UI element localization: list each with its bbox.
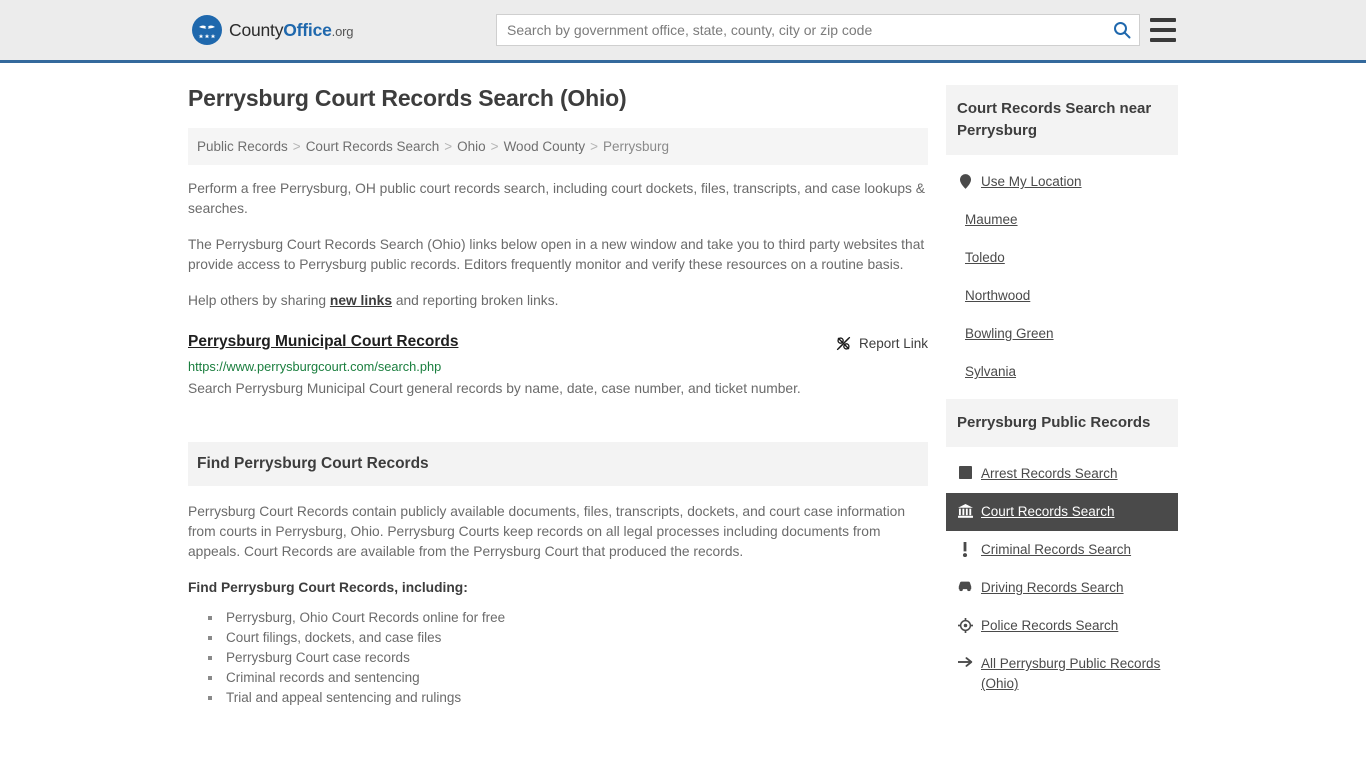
courthouse-icon xyxy=(957,502,973,518)
list-item: Perrysburg, Ohio Court Records online fo… xyxy=(208,608,928,628)
page-title: Perrysburg Court Records Search (Ohio) xyxy=(188,85,627,111)
fingerprint-icon xyxy=(957,464,973,479)
search-bar xyxy=(496,14,1140,46)
public-records-list: Arrest Records Search Court Records Searc… xyxy=(946,447,1178,703)
nearby-searches-box: Court Records Search near Perrysburg Use… xyxy=(946,85,1178,391)
result-item: Perrysburg Municipal Court Records Repor… xyxy=(188,333,928,398)
breadcrumb-item-perrysburg: Perrysburg xyxy=(603,139,670,154)
feature-list: Perrysburg, Ohio Court Records online fo… xyxy=(188,608,928,708)
breadcrumb-separator: > xyxy=(444,139,453,154)
section-list-lead: Find Perrysburg Court Records, including… xyxy=(188,580,468,595)
broken-link-icon xyxy=(836,336,851,351)
result-title-link[interactable]: Perrysburg Municipal Court Records xyxy=(188,333,458,351)
police-badge-icon xyxy=(957,616,973,633)
nearby-item-label: Maumee xyxy=(965,212,1018,227)
nearby-item-label: Use My Location xyxy=(981,174,1082,189)
share-text-before: Help others by sharing xyxy=(188,293,330,308)
nearby-item-label: Bowling Green xyxy=(965,326,1054,341)
public-records-item-court-records-search[interactable]: Court Records Search xyxy=(946,493,1178,531)
intro-text: Perform a free Perrysburg, OH public cou… xyxy=(188,179,928,311)
intro-paragraph-3: Help others by sharing new links and rep… xyxy=(188,291,928,311)
nearby-item-northwood[interactable]: Northwood xyxy=(946,277,1178,315)
nearby-item-bowling-green[interactable]: Bowling Green xyxy=(946,315,1178,353)
nearby-item-label: Toledo xyxy=(965,250,1005,265)
public-records-item-label: Driving Records Search xyxy=(981,580,1124,595)
list-item: Perrysburg Court case records xyxy=(208,648,928,668)
nearby-item-use-my-location[interactable]: Use My Location xyxy=(946,163,1178,201)
public-records-heading: Perrysburg Public Records xyxy=(946,399,1178,447)
logo-part-county: County xyxy=(229,19,284,40)
map-pin-icon xyxy=(957,172,973,189)
new-links-link[interactable]: new links xyxy=(330,293,392,308)
public-records-item-driving-records-search[interactable]: Driving Records Search xyxy=(946,569,1178,607)
share-text-after: and reporting broken links. xyxy=(392,293,559,308)
hamburger-bar xyxy=(1150,28,1176,32)
breadcrumb-item-public-records[interactable]: Public Records xyxy=(197,139,288,154)
nearby-searches-heading: Court Records Search near Perrysburg xyxy=(946,85,1178,155)
breadcrumb-item-wood-county[interactable]: Wood County xyxy=(504,139,586,154)
public-records-item-label: Police Records Search xyxy=(981,618,1119,633)
result-description: Search Perrysburg Municipal Court genera… xyxy=(188,381,801,396)
intro-paragraph-1: Perform a free Perrysburg, OH public cou… xyxy=(188,181,925,216)
logo-part-office: Office xyxy=(283,19,332,40)
public-records-item-police-records-search[interactable]: Police Records Search xyxy=(946,607,1178,645)
find-records-section: Find Perrysburg Court Records Perrysburg… xyxy=(188,442,928,708)
nearby-item-label: Sylvania xyxy=(965,364,1017,379)
search-button[interactable] xyxy=(1105,15,1139,45)
nearby-item-maumee[interactable]: Maumee xyxy=(946,201,1178,239)
breadcrumb-separator: > xyxy=(490,139,499,154)
exclamation-icon xyxy=(957,540,973,557)
section-paragraph: Perrysburg Court Records contain publicl… xyxy=(188,504,906,559)
result-url: https://www.perrysburgcourt.com/search.p… xyxy=(188,359,442,374)
section-body: Perrysburg Court Records contain publicl… xyxy=(188,486,928,708)
public-records-item-all-perrysburg-public-records-ohio[interactable]: All Perrysburg Public Records (Ohio) xyxy=(946,645,1178,703)
hamburger-bar xyxy=(1150,38,1176,42)
breadcrumb-item-court-records-search[interactable]: Court Records Search xyxy=(306,139,440,154)
hamburger-bar xyxy=(1150,18,1176,22)
nearby-item-sylvania[interactable]: Sylvania xyxy=(946,353,1178,391)
page-body: Perrysburg Court Records Search (Ohio) P… xyxy=(0,63,1366,711)
car-icon xyxy=(957,578,973,592)
public-records-item-label: All Perrysburg Public Records (Ohio) xyxy=(981,656,1161,691)
county-office-seal-icon xyxy=(192,15,222,45)
list-item: Trial and appeal sentencing and rulings xyxy=(208,688,928,708)
breadcrumb-separator: > xyxy=(292,139,301,154)
list-item: Court filings, dockets, and case files xyxy=(208,628,928,648)
report-link-label: Report Link xyxy=(858,336,928,351)
nearby-item-toledo[interactable]: Toledo xyxy=(946,239,1178,277)
intro-paragraph-2: The Perrysburg Court Records Search (Ohi… xyxy=(188,237,925,272)
public-records-item-label: Court Records Search xyxy=(981,504,1115,519)
section-heading: Find Perrysburg Court Records xyxy=(188,442,928,486)
breadcrumb-item-ohio[interactable]: Ohio xyxy=(457,139,486,154)
breadcrumb: Public Records > Court Records Search > Ohio… xyxy=(188,128,928,165)
logo-part-org: .org xyxy=(331,23,354,39)
search-input[interactable] xyxy=(497,15,1105,45)
nearby-searches-list: Use My Location Maumee Toledo Northwood Bowl… xyxy=(946,155,1178,391)
public-records-item-label: Arrest Records Search xyxy=(981,466,1118,481)
search-icon xyxy=(1114,22,1131,39)
site-logo-text: CountyOffice.org xyxy=(229,20,353,41)
public-records-item-criminal-records-search[interactable]: Criminal Records Search xyxy=(946,531,1178,569)
list-item: Criminal records and sentencing xyxy=(208,668,928,688)
public-records-item-arrest-records-search[interactable]: Arrest Records Search xyxy=(946,455,1178,493)
sidebar: Court Records Search near Perrysburg Use… xyxy=(946,85,1178,711)
public-records-box: Perrysburg Public Records Arrest Records… xyxy=(946,399,1178,703)
report-link-button[interactable]: Report Link xyxy=(835,333,928,352)
public-records-item-label: Criminal Records Search xyxy=(981,542,1132,557)
menu-button[interactable] xyxy=(1150,18,1176,42)
result-header: Perrysburg Municipal Court Records Repor… xyxy=(188,333,928,352)
main-content: Perrysburg Court Records Search (Ohio) P… xyxy=(188,85,928,708)
nearby-item-label: Northwood xyxy=(965,288,1031,303)
breadcrumb-separator: > xyxy=(590,139,599,154)
site-header: CountyOffice.org xyxy=(0,0,1366,63)
arrow-right-icon xyxy=(957,654,973,668)
site-logo[interactable]: CountyOffice.org xyxy=(192,15,353,45)
